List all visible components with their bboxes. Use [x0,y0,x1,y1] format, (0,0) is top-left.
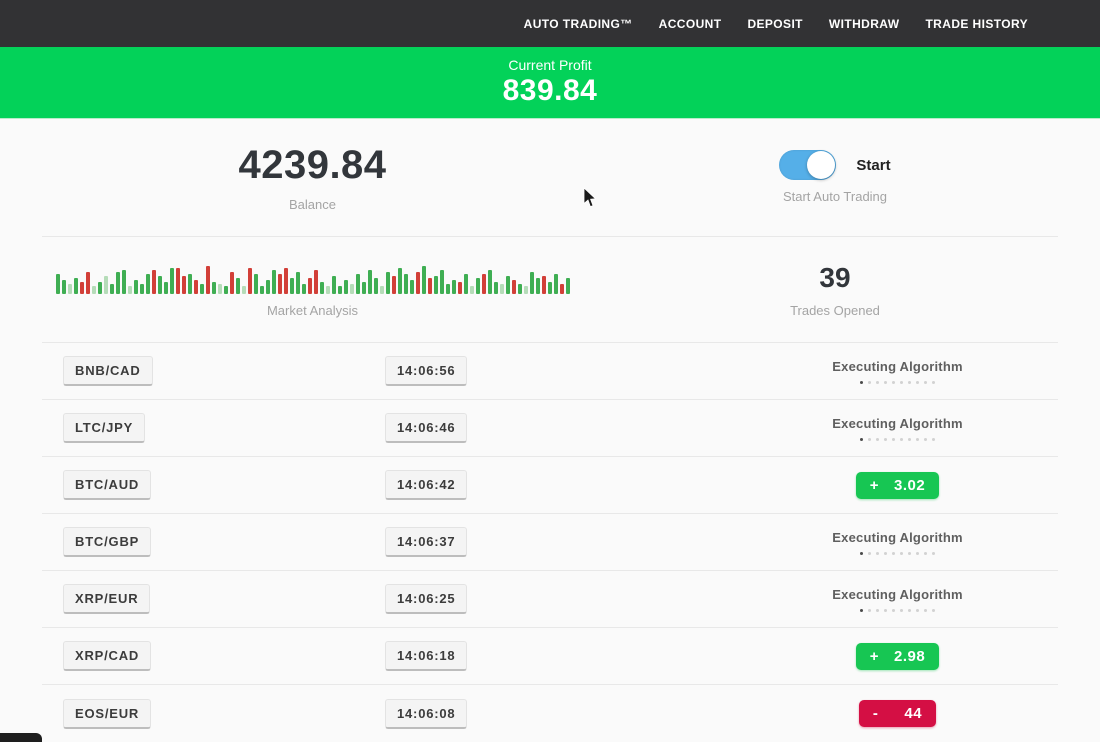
loss-sign: - [873,705,879,722]
auto-trading-label: Start Auto Trading [625,189,1045,204]
pair-badge: XRP/CAD [63,641,151,671]
current-profit-value: 839.84 [0,74,1100,108]
current-profit-banner: Current Profit 839.84 [0,47,1100,118]
balance-value: 4239.84 [0,143,625,188]
trade-status: Executing Algorithm [790,343,1005,399]
trade-time: 14:06:46 [385,413,467,443]
stats-row-balance: 4239.84 Balance Start Start Auto Trading [0,118,1100,236]
pair-badge: BTC/GBP [63,527,151,557]
market-analysis-chart [0,262,625,294]
executing-algorithm-label: Executing Algorithm [832,530,962,545]
trades-opened-label: Trades Opened [625,303,1045,318]
trade-time: 14:06:18 [385,641,467,671]
trade-status: Executing Algorithm [790,514,1005,570]
table-row: BNB/CAD 14:06:56 Executing Algorithm [42,343,1058,400]
toggle-start-label: Start [856,157,890,174]
pair-badge: EOS/EUR [63,699,151,729]
profit-badge: + 3.02 [856,472,939,499]
profit-badge: + 2.98 [856,643,939,670]
trade-time: 14:06:37 [385,527,467,557]
progress-dots [860,438,935,441]
pair-badge: BNB/CAD [63,356,153,386]
trade-time: 14:06:56 [385,356,467,386]
current-profit-label: Current Profit [0,57,1100,73]
trades-opened-value: 39 [625,262,1045,294]
toggle-knob [807,151,835,179]
trade-time: 14:06:25 [385,584,467,614]
profit-value: 2.98 [894,648,925,665]
trade-status: + 3.02 [790,457,1005,513]
trade-status: Executing Algorithm [790,400,1005,456]
table-row: BTC/AUD 14:06:42 + 3.02 [42,457,1058,514]
trade-status: - 44 [790,685,1005,742]
nav-item-withdraw[interactable]: WITHDRAW [829,17,900,31]
market-analysis-label: Market Analysis [0,303,625,318]
table-row: BTC/GBP 14:06:37 Executing Algorithm [42,514,1058,571]
table-row: EOS/EUR 14:06:08 - 44 [42,685,1058,742]
pair-badge: XRP/EUR [63,584,150,614]
nav-item-account[interactable]: ACCOUNT [659,17,722,31]
stats-row-market: Market Analysis 39 Trades Opened [0,237,1100,342]
auto-trading-block: Start Start Auto Trading [625,150,1045,204]
pair-badge: BTC/AUD [63,470,151,500]
trades-table: BNB/CAD 14:06:56 Executing Algorithm LTC… [42,342,1058,742]
nav-item-auto-trading[interactable]: AUTO TRADING™ [524,17,633,31]
trade-status: + 2.98 [790,628,1005,684]
progress-dots [860,381,935,384]
table-row: LTC/JPY 14:06:46 Executing Algorithm [42,400,1058,457]
loss-value: 44 [904,705,922,722]
table-row: XRP/EUR 14:06:25 Executing Algorithm [42,571,1058,628]
executing-algorithm-label: Executing Algorithm [832,587,962,602]
top-navigation: AUTO TRADING™ ACCOUNT DEPOSIT WITHDRAW T… [0,0,1100,47]
trades-opened-block: 39 Trades Opened [625,262,1045,318]
executing-algorithm-label: Executing Algorithm [832,416,962,431]
profit-sign: + [870,648,879,665]
table-row: XRP/CAD 14:06:18 + 2.98 [42,628,1058,685]
auto-trading-toggle[interactable] [779,150,836,180]
balance-block: 4239.84 Balance [0,143,625,212]
nav-item-trade-history[interactable]: TRADE HISTORY [925,17,1028,31]
progress-dots [860,552,935,555]
loss-badge: - 44 [859,700,936,727]
trade-status: Executing Algorithm [790,571,1005,627]
progress-dots [860,609,935,612]
balance-label: Balance [0,197,625,212]
corner-artifact [0,733,42,742]
pair-badge: LTC/JPY [63,413,145,443]
market-analysis-block: Market Analysis [0,262,625,318]
profit-value: 3.02 [894,477,925,494]
executing-algorithm-label: Executing Algorithm [832,359,962,374]
nav-item-deposit[interactable]: DEPOSIT [747,17,802,31]
trade-time: 14:06:08 [385,699,467,729]
profit-sign: + [870,477,879,494]
trade-time: 14:06:42 [385,470,467,500]
